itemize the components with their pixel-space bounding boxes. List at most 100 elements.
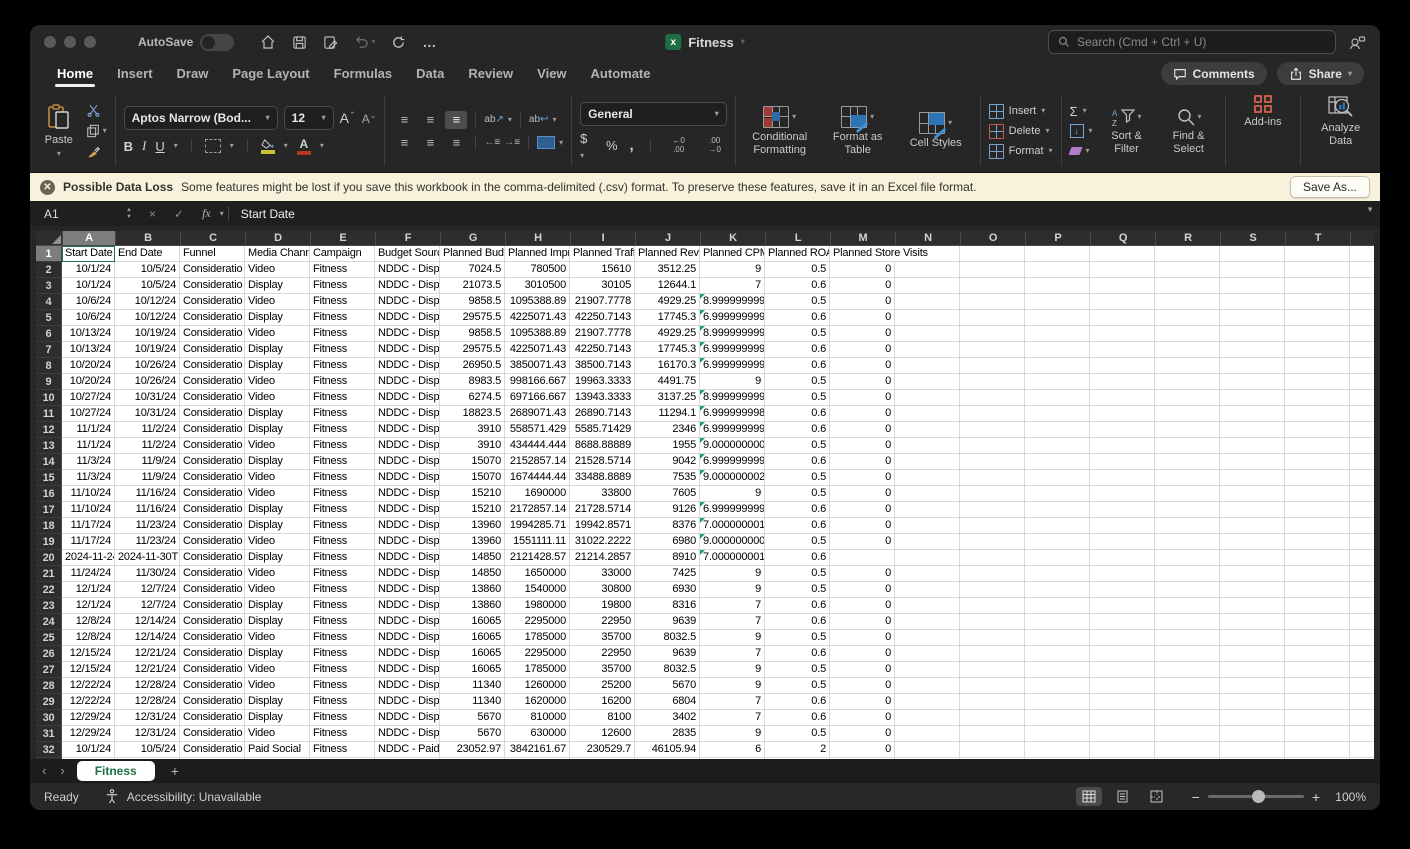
cell-A5[interactable]: 10/6/24 xyxy=(62,310,115,326)
cell-D3[interactable]: Display xyxy=(245,278,310,294)
row-header-19[interactable]: 19 xyxy=(36,534,62,550)
cell-D30[interactable]: Display xyxy=(245,710,310,726)
cell-B27[interactable]: 12/21/24 xyxy=(115,662,180,678)
cell-H32[interactable]: 3842161.67 xyxy=(505,742,570,758)
tab-automate[interactable]: Automate xyxy=(580,62,662,85)
cell-P10[interactable] xyxy=(1025,390,1090,406)
cell-K8[interactable]: 6.999999999 xyxy=(700,358,765,374)
cell-P11[interactable] xyxy=(1025,406,1090,422)
cell-J13[interactable]: 1955 xyxy=(635,438,700,454)
cell-L13[interactable]: 0.5 xyxy=(765,438,830,454)
cell-T18[interactable] xyxy=(1285,518,1350,534)
row-header-1[interactable]: 1 xyxy=(36,246,62,262)
zoom-level[interactable]: 100% xyxy=(1328,790,1366,804)
cell-A9[interactable]: 10/20/24 xyxy=(62,374,115,390)
cell-Q17[interactable] xyxy=(1090,502,1155,518)
cell-D17[interactable]: Display xyxy=(245,502,310,518)
cell-E16[interactable]: Fitness xyxy=(310,486,375,502)
cell-C32[interactable]: Consideratio xyxy=(180,742,245,758)
cell-F7[interactable]: NDDC - Disp xyxy=(375,342,440,358)
cell-S24[interactable] xyxy=(1220,614,1285,630)
cell-I8[interactable]: 38500.7143 xyxy=(570,358,635,374)
cell-K21[interactable]: 9 xyxy=(700,566,765,582)
cell-B10[interactable]: 10/31/24 xyxy=(115,390,180,406)
cell-J31[interactable]: 2835 xyxy=(635,726,700,742)
cell-F33[interactable]: NDDC - Paid xyxy=(375,758,440,759)
home-icon[interactable] xyxy=(260,34,276,50)
cell-Q25[interactable] xyxy=(1090,630,1155,646)
cell-T12[interactable] xyxy=(1285,422,1350,438)
cell-O29[interactable] xyxy=(960,694,1025,710)
cell-R8[interactable] xyxy=(1155,358,1220,374)
cut-button[interactable] xyxy=(86,102,107,118)
cell-J11[interactable]: 11294.1 xyxy=(635,406,700,422)
column-header-R[interactable]: R xyxy=(1156,231,1221,246)
cell-O25[interactable] xyxy=(960,630,1025,646)
cell-D13[interactable]: Video xyxy=(245,438,310,454)
cell-I14[interactable]: 21528.5714 xyxy=(570,454,635,470)
cell-Q18[interactable] xyxy=(1090,518,1155,534)
cell-O20[interactable] xyxy=(960,550,1025,566)
cell-M33[interactable]: 0 xyxy=(830,758,895,759)
cell-K6[interactable]: 8.999999999 xyxy=(700,326,765,342)
cell-T4[interactable] xyxy=(1285,294,1350,310)
cell-G26[interactable]: 16065 xyxy=(440,646,505,662)
row-header-9[interactable]: 9 xyxy=(36,374,62,390)
font-size-select[interactable]: 12▾ xyxy=(284,106,334,130)
cell-P31[interactable] xyxy=(1025,726,1090,742)
cell-Q32[interactable] xyxy=(1090,742,1155,758)
cell-E19[interactable]: Fitness xyxy=(310,534,375,550)
row-header-29[interactable]: 29 xyxy=(36,694,62,710)
cell-B7[interactable]: 10/19/24 xyxy=(115,342,180,358)
row-header-23[interactable]: 23 xyxy=(36,598,62,614)
cell-Q13[interactable] xyxy=(1090,438,1155,454)
cell-P9[interactable] xyxy=(1025,374,1090,390)
cell-L19[interactable]: 0.5 xyxy=(765,534,830,550)
cell-M14[interactable]: 0 xyxy=(830,454,895,470)
cell-H33[interactable]: 1320730 xyxy=(505,758,570,759)
borders-button[interactable] xyxy=(205,139,221,153)
cell-C27[interactable]: Consideratio xyxy=(180,662,245,678)
row-header-25[interactable]: 25 xyxy=(36,630,62,646)
cell-I2[interactable]: 15610 xyxy=(570,262,635,278)
tab-formulas[interactable]: Formulas xyxy=(323,62,404,85)
cell-B25[interactable]: 12/14/24 xyxy=(115,630,180,646)
cell-D29[interactable]: Display xyxy=(245,694,310,710)
cell-B23[interactable]: 12/7/24 xyxy=(115,598,180,614)
cell-P12[interactable] xyxy=(1025,422,1090,438)
cell-C16[interactable]: Consideratio xyxy=(180,486,245,502)
cell-F27[interactable]: NDDC - Disp xyxy=(375,662,440,678)
cell-L9[interactable]: 0.5 xyxy=(765,374,830,390)
cell-E20[interactable]: Fitness xyxy=(310,550,375,566)
cell-F16[interactable]: NDDC - Disp xyxy=(375,486,440,502)
cell-N31[interactable] xyxy=(895,726,960,742)
cell-L5[interactable]: 0.6 xyxy=(765,310,830,326)
cell-H12[interactable]: 558571.429 xyxy=(505,422,570,438)
cell-L33[interactable]: 2 xyxy=(765,758,830,759)
cell-R18[interactable] xyxy=(1155,518,1220,534)
cell-L32[interactable]: 2 xyxy=(765,742,830,758)
cell-M24[interactable]: 0 xyxy=(830,614,895,630)
formula-content[interactable]: Start Date xyxy=(241,207,295,221)
cell-C8[interactable]: Consideratio xyxy=(180,358,245,374)
cell-T17[interactable] xyxy=(1285,502,1350,518)
cell-S27[interactable] xyxy=(1220,662,1285,678)
cell-J16[interactable]: 7605 xyxy=(635,486,700,502)
cell-O21[interactable] xyxy=(960,566,1025,582)
cell-E11[interactable]: Fitness xyxy=(310,406,375,422)
cell-C29[interactable]: Consideratio xyxy=(180,694,245,710)
cell-H26[interactable]: 2295000 xyxy=(505,646,570,662)
cell-K26[interactable]: 7 xyxy=(700,646,765,662)
cell-N28[interactable] xyxy=(895,678,960,694)
cell-H16[interactable]: 1690000 xyxy=(505,486,570,502)
cell-Q20[interactable] xyxy=(1090,550,1155,566)
cell-H23[interactable]: 1980000 xyxy=(505,598,570,614)
cell-M9[interactable]: 0 xyxy=(830,374,895,390)
row-header-21[interactable]: 21 xyxy=(36,566,62,582)
cell-K30[interactable]: 7 xyxy=(700,710,765,726)
cell-P20[interactable] xyxy=(1025,550,1090,566)
cell-M18[interactable]: 0 xyxy=(830,518,895,534)
cell-S25[interactable] xyxy=(1220,630,1285,646)
cell-B31[interactable]: 12/31/24 xyxy=(115,726,180,742)
cell-S16[interactable] xyxy=(1220,486,1285,502)
